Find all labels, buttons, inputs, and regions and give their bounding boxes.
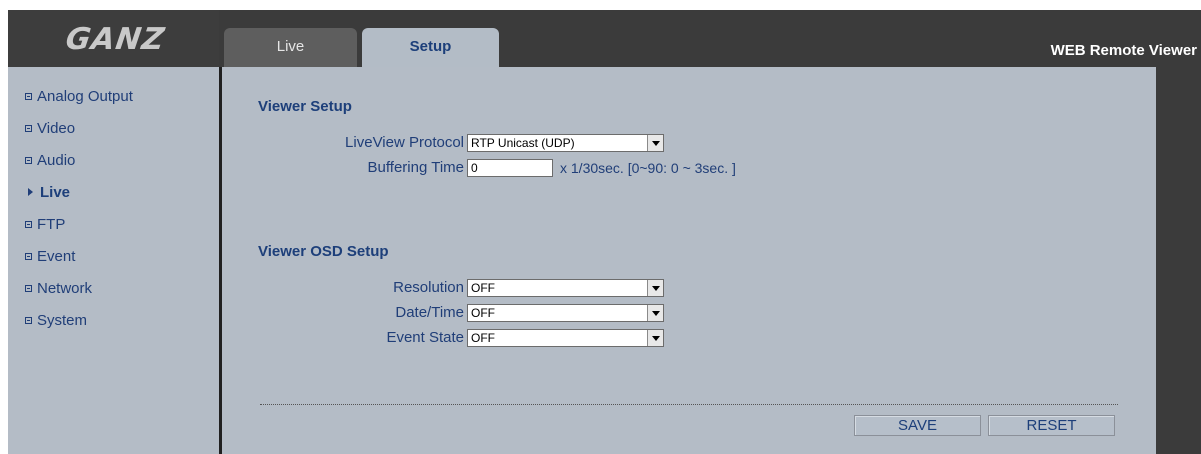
sidebar-menu: Analog Output Video Audio Live FTP Event…: [8, 87, 219, 343]
viewer-setup-title: Viewer Setup: [258, 98, 352, 115]
sidebar-item-label: Video: [37, 120, 76, 137]
sidebar-item-audio[interactable]: Audio: [8, 151, 219, 183]
expand-box-icon: [25, 316, 32, 324]
buffering-note: x 1/30sec. [0~90: 0 ~ 3sec. ]: [560, 160, 736, 176]
resolution-select[interactable]: OFF: [467, 279, 664, 297]
sidebar-item-label: Audio: [37, 152, 76, 169]
chevron-down-icon[interactable]: [647, 135, 663, 151]
sidebar-item-label: Network: [37, 280, 93, 297]
sidebar-item-live[interactable]: Live: [8, 183, 219, 215]
sidebar-item-network[interactable]: Network: [8, 279, 219, 311]
protocol-row: LiveView Protocol: [222, 134, 464, 154]
expand-box-icon: [25, 252, 32, 260]
app-title: WEB Remote Viewer: [1050, 42, 1197, 59]
divider: [260, 404, 1118, 405]
datetime-row: Date/Time: [222, 304, 464, 324]
buffering-value: 0: [471, 161, 478, 175]
sidebar-item-event[interactable]: Event: [8, 247, 219, 279]
buffering-row: Buffering Time: [222, 159, 464, 179]
buffering-input[interactable]: 0: [467, 159, 553, 177]
sidebar-item-label: FTP: [37, 216, 66, 233]
tab-live[interactable]: Live: [224, 28, 357, 67]
sidebar-item-system[interactable]: System: [8, 311, 219, 343]
protocol-label: LiveView Protocol: [345, 134, 464, 151]
sidebar-item-label: System: [37, 312, 88, 329]
buffering-label: Buffering Time: [367, 159, 464, 176]
app-frame: GANZ Live Setup WEB Remote Viewer Analog…: [8, 10, 1201, 454]
tab-setup[interactable]: Setup: [362, 28, 499, 67]
osd-setup-title: Viewer OSD Setup: [258, 243, 389, 260]
event-state-row: Event State: [222, 329, 464, 349]
chevron-down-icon[interactable]: [647, 305, 663, 321]
chevron-down-icon[interactable]: [647, 280, 663, 296]
sidebar: Analog Output Video Audio Live FTP Event…: [8, 67, 222, 454]
expand-box-icon: [25, 124, 32, 132]
arrow-right-icon: [28, 188, 33, 197]
datetime-label: Date/Time: [395, 304, 464, 321]
event-state-select[interactable]: OFF: [467, 329, 664, 347]
resolution-label: Resolution: [393, 279, 464, 296]
expand-box-icon: [25, 284, 32, 292]
sidebar-item-label: Event: [37, 248, 76, 265]
protocol-value: RTP Unicast (UDP): [471, 136, 575, 150]
sidebar-item-ftp[interactable]: FTP: [8, 215, 219, 247]
reset-button[interactable]: RESET: [988, 415, 1115, 436]
sidebar-item-analog-output[interactable]: Analog Output: [8, 87, 219, 119]
right-margin: [1156, 67, 1201, 454]
sidebar-item-video[interactable]: Video: [8, 119, 219, 151]
resolution-value: OFF: [471, 281, 495, 295]
main-panel: Viewer Setup LiveView Protocol RTP Unica…: [222, 67, 1156, 454]
datetime-value: OFF: [471, 306, 495, 320]
event-state-label: Event State: [386, 329, 464, 346]
datetime-select[interactable]: OFF: [467, 304, 664, 322]
resolution-row: Resolution: [222, 279, 464, 299]
logo-area: GANZ: [8, 10, 219, 67]
chevron-down-icon[interactable]: [647, 330, 663, 346]
save-button[interactable]: SAVE: [854, 415, 981, 436]
expand-box-icon: [25, 92, 32, 100]
sidebar-item-label: Live: [40, 184, 71, 201]
expand-box-icon: [25, 156, 32, 164]
protocol-select[interactable]: RTP Unicast (UDP): [467, 134, 664, 152]
event-state-value: OFF: [471, 331, 495, 345]
expand-box-icon: [25, 220, 32, 228]
brand-logo: GANZ: [63, 22, 168, 57]
sidebar-item-label: Analog Output: [37, 88, 133, 105]
